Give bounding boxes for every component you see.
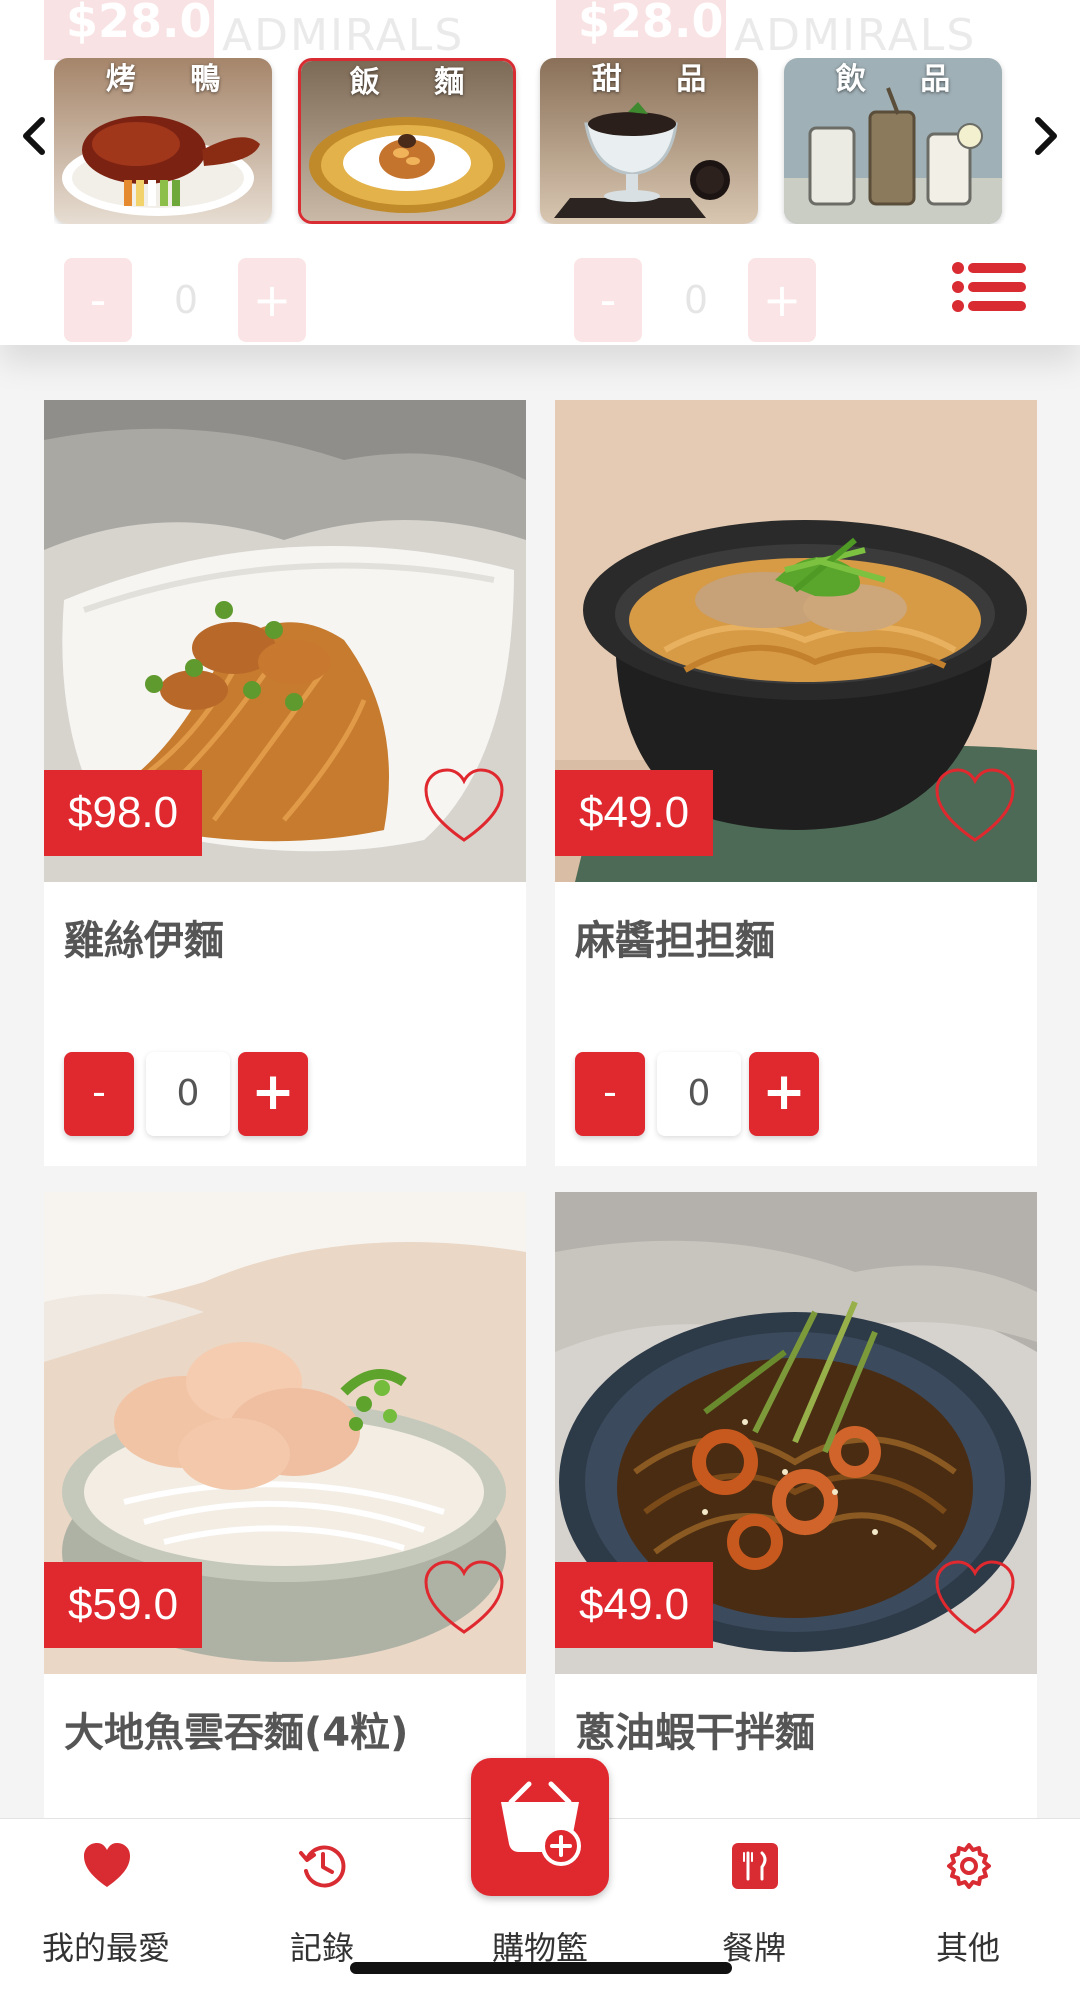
product-card[interactable]: $98.0 雞絲伊麵 - 0 + [44, 400, 526, 1166]
heart-outline-icon [424, 768, 504, 842]
product-card[interactable]: $59.0 大地魚雲吞麵(4粒) [44, 1192, 526, 1818]
category-list: 烤 鴨 飯 麵 甜 品 飲 品 [54, 58, 1034, 224]
quantity-value[interactable]: 0 [146, 1052, 230, 1136]
increase-quantity-button[interactable]: + [238, 1052, 308, 1136]
ghost-scrolled-content: $28.0 ADMIRALS $28.0 ADMIRALS [0, 0, 1080, 61]
menu-card-icon [732, 1843, 778, 1889]
category-drinks[interactable]: 飲 品 [784, 58, 1002, 224]
price-tag: $49.0 [555, 1562, 714, 1648]
favorite-button[interactable] [422, 766, 506, 846]
ghost-brand-right: ADMIRALS [734, 10, 977, 61]
product-name: 大地魚雲吞麵(4粒) [64, 1710, 409, 1756]
nav-label: 我的最愛 [41, 1929, 170, 1967]
gear-icon [947, 1843, 991, 1889]
product-card[interactable]: $49.0 蔥油蝦干拌麵 [555, 1192, 1037, 1818]
category-header: $28.0 ADMIRALS $28.0 ADMIRALS 烤 鴨 飯 麵 甜 … [0, 0, 1080, 345]
category-label: 飲 品 [835, 62, 973, 97]
cart-button[interactable] [471, 1758, 609, 1896]
category-prev-button[interactable] [14, 108, 54, 164]
category-label: 甜 品 [591, 62, 729, 97]
quantity-stepper: - 0 + [64, 1052, 314, 1136]
price-tag: $98.0 [44, 770, 203, 856]
basket-add-icon [501, 1781, 581, 1866]
decrease-quantity-button[interactable]: - [64, 1052, 134, 1136]
heart-icon [84, 1843, 130, 1887]
list-view-toggle[interactable] [952, 262, 1028, 312]
heart-outline-icon [935, 768, 1015, 842]
heart-outline-icon [424, 1560, 504, 1634]
nav-label: 其他 [935, 1929, 1000, 1967]
ghost-brand-left: ADMIRALS [222, 10, 465, 61]
product-name: 麻醬担担麵 [575, 918, 775, 964]
category-next-button[interactable] [1026, 108, 1066, 164]
favorite-button[interactable] [933, 766, 1017, 846]
ghost-price-right: $28.0 [556, 0, 726, 60]
list-icon [952, 262, 1026, 312]
quantity-stepper: - 0 + [575, 1052, 825, 1136]
category-label: 飯 麵 [349, 65, 487, 100]
favorite-button[interactable] [933, 1558, 1017, 1638]
nav-other[interactable]: 其他 [868, 1819, 1068, 1996]
category-roast-duck[interactable]: 烤 鴨 [54, 58, 272, 224]
chevron-right-icon [1035, 117, 1057, 155]
quantity-value[interactable]: 0 [657, 1052, 741, 1136]
clock-history-icon [299, 1845, 346, 1888]
nav-favorites[interactable]: 我的最愛 [6, 1819, 206, 1996]
category-label: 烤 鴨 [105, 62, 243, 97]
product-card[interactable]: $49.0 麻醬担担麵 - 0 + [555, 400, 1037, 1166]
favorite-button[interactable] [422, 1558, 506, 1638]
increase-quantity-button[interactable]: + [749, 1052, 819, 1136]
product-name: 雞絲伊麵 [64, 918, 224, 964]
home-indicator[interactable] [350, 1962, 732, 1974]
price-tag: $49.0 [555, 770, 714, 856]
category-desserts[interactable]: 甜 品 [540, 58, 758, 224]
chevron-left-icon [23, 117, 45, 155]
category-rice-noodles[interactable]: 飯 麵 [298, 58, 516, 224]
decrease-quantity-button[interactable]: - [575, 1052, 645, 1136]
heart-outline-icon [935, 1560, 1015, 1634]
price-tag: $59.0 [44, 1562, 203, 1648]
ghost-price-left: $28.0 [44, 0, 214, 60]
product-name: 蔥油蝦干拌麵 [575, 1710, 815, 1756]
